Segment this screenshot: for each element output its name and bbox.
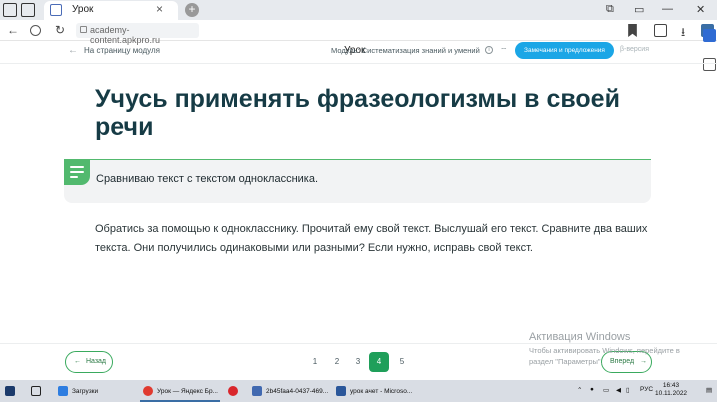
- back-to-module-label: На страницу модуля: [84, 46, 160, 55]
- header-divider: [0, 63, 717, 64]
- language-indicator[interactable]: РУС: [640, 386, 653, 393]
- clock-time: 16:43: [662, 382, 680, 389]
- tray-network-icon[interactable]: ▭: [603, 386, 609, 394]
- tray-volume-icon[interactable]: ◀: [616, 386, 621, 394]
- notifications-icon[interactable]: ▤: [706, 386, 712, 394]
- word-icon: [336, 386, 346, 397]
- tray-battery-icon[interactable]: ▯: [626, 386, 630, 394]
- lesson-instruction: Обратись за помощью к однокласснику. Про…: [95, 223, 648, 254]
- tray-app-icon[interactable]: ●: [590, 386, 594, 393]
- collections-icon[interactable]: [654, 24, 667, 37]
- start-icon[interactable]: [5, 383, 19, 400]
- watermark-title: Активация Windows: [529, 331, 631, 343]
- taskbar-file[interactable]: 2b45faa4-0437-469...: [252, 383, 328, 400]
- window-minimize-icon[interactable]: —: [662, 3, 673, 15]
- task-view-icon[interactable]: [31, 383, 45, 400]
- taskbar-clock[interactable]: 16:43 10.11.2022: [655, 382, 687, 398]
- lesson-title: Учусь применять фразеологизмы в своей ре…: [95, 85, 620, 141]
- tab-title: Урок: [72, 4, 94, 15]
- tray-chevron-icon[interactable]: ⌃: [577, 386, 582, 394]
- watermark-line-1: Чтобы активировать Windows, перейдите в: [529, 346, 680, 355]
- arrow-left-icon: ←: [68, 45, 78, 56]
- home-icon[interactable]: [3, 3, 17, 17]
- windows-activation-watermark: Активация Windows Чтобы активировать Win…: [529, 331, 680, 367]
- beta-label: β-версия: [620, 46, 649, 53]
- prev-label: Назад: [85, 358, 107, 365]
- tab-close-icon[interactable]: ×: [156, 2, 163, 16]
- page-4-current[interactable]: 4: [369, 352, 389, 372]
- download-folder-icon: [58, 386, 68, 397]
- windows-taskbar: Загрузки Урок — Яндекс Бр... 2b45faa4-04…: [0, 380, 717, 402]
- module-label: Модуль: Систематизация знаний и умений: [331, 46, 480, 55]
- browser-tab-bar: Урок × + ⧉ ▭ — ✕: [0, 0, 717, 20]
- taskbar-word[interactable]: урок ачет - Microso...: [336, 383, 412, 400]
- document-icon: [252, 386, 262, 397]
- new-tab-button[interactable]: +: [185, 3, 199, 17]
- feedback-button[interactable]: Замечания и предложения: [515, 42, 614, 59]
- page-2[interactable]: 2: [327, 352, 347, 372]
- account-icon[interactable]: [30, 25, 41, 36]
- arrow-left-icon: ←: [74, 358, 81, 365]
- page-3[interactable]: 3: [348, 352, 368, 372]
- window-maximize-icon[interactable]: ▭: [634, 3, 644, 16]
- clock-date: 10.11.2022: [655, 390, 688, 397]
- prev-button[interactable]: ← Назад: [65, 351, 113, 373]
- lock-icon: [80, 26, 87, 33]
- watermark-line-2: раздел "Параметры".: [529, 357, 603, 366]
- window-close-icon[interactable]: ✕: [696, 3, 705, 16]
- address-bar: ← ↻ academy-content.apkpro.ru Урок ⭳: [0, 20, 717, 56]
- page-1[interactable]: 1: [305, 352, 325, 372]
- wifi-icon: ⌔: [500, 46, 508, 55]
- info-icon[interactable]: i: [485, 46, 493, 54]
- back-to-module-link[interactable]: ← На страницу модуля: [68, 45, 160, 56]
- url-field[interactable]: academy-content.apkpro.ru: [76, 23, 199, 45]
- yandex-icon[interactable]: [228, 383, 242, 400]
- back-arrow-icon[interactable]: ←: [7, 23, 19, 37]
- bookmark-icon[interactable]: [626, 24, 639, 37]
- folder-icon[interactable]: [21, 3, 35, 17]
- taskbar-downloads[interactable]: Загрузки: [58, 383, 98, 400]
- taskbar-browser[interactable]: Урок — Яндекс Бр...: [143, 383, 218, 400]
- page-5[interactable]: 5: [392, 352, 412, 372]
- page-icon: [50, 4, 62, 16]
- task-title: Сравниваю текст с текстом одноклассника.: [96, 173, 319, 185]
- task-list-icon: [64, 159, 90, 185]
- reload-icon[interactable]: ↻: [55, 23, 65, 37]
- yandex-browser-icon: [143, 386, 153, 397]
- restore-tabs-icon[interactable]: ⧉: [606, 3, 614, 16]
